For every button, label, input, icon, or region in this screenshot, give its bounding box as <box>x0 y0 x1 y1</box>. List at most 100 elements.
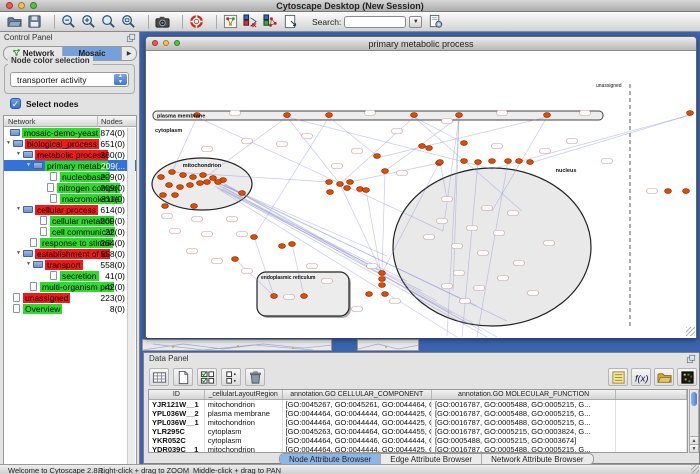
network-tool-icon-1[interactable] <box>240 13 260 31</box>
open-file-icon[interactable] <box>4 13 24 31</box>
tree-row[interactable]: cell communicat22(0) <box>4 226 136 237</box>
network-node[interactable] <box>426 146 433 151</box>
network-node[interactable] <box>379 283 386 288</box>
network-node[interactable] <box>180 173 187 178</box>
table-row[interactable]: YDR039C__1mitochondrion[GO:0044464, GO:0… <box>149 445 687 453</box>
network-node[interactable] <box>505 159 512 164</box>
tree-expander-icon[interactable]: ▼ <box>6 138 13 149</box>
search-input[interactable] <box>344 16 406 28</box>
zoom-out-icon[interactable] <box>58 13 78 31</box>
tab-edge-attribute-browser[interactable]: Edge Attribute Browser <box>381 454 482 464</box>
network-node[interactable] <box>158 175 165 180</box>
table-scrollbar[interactable]: ▲ ▼ <box>689 389 699 453</box>
network-node[interactable] <box>683 189 690 194</box>
network-node[interactable] <box>382 292 389 297</box>
network-tool-icon-2[interactable] <box>260 13 280 31</box>
tree-row[interactable]: unassigned223(0) <box>4 292 136 303</box>
snapshot-icon[interactable] <box>152 13 172 31</box>
network-node[interactable] <box>419 144 426 149</box>
tree-row[interactable]: ▼biological_process651(0) <box>4 138 136 149</box>
network-node[interactable] <box>166 183 173 188</box>
zoom-selected-icon[interactable] <box>98 13 118 31</box>
network-node[interactable] <box>374 154 381 159</box>
column-header[interactable]: _cellularLayoutRegion <box>205 390 283 399</box>
attribute-matrix-icon[interactable] <box>677 368 697 386</box>
network-node[interactable] <box>210 176 217 181</box>
network-node[interactable] <box>289 242 296 247</box>
network-node[interactable] <box>344 186 351 191</box>
network-node[interactable] <box>347 180 354 185</box>
import-attributes-icon[interactable] <box>654 368 674 386</box>
tree-row[interactable]: ▼primary metabo209(... <box>4 160 136 171</box>
network-node[interactable] <box>665 189 672 194</box>
tree-expander-icon[interactable]: ▼ <box>26 259 33 270</box>
network-node[interactable] <box>475 160 482 165</box>
network-node[interactable] <box>215 180 222 185</box>
vizmapper-icon[interactable] <box>220 13 240 31</box>
network-node[interactable] <box>411 113 418 118</box>
network-node[interactable] <box>363 188 370 193</box>
tree-scrollbar[interactable] <box>127 128 135 474</box>
tree-expander-icon[interactable]: ▼ <box>16 204 23 215</box>
network-node[interactable] <box>197 181 204 186</box>
tree-expander-icon[interactable]: ▼ <box>16 248 23 259</box>
tree-row[interactable]: nucleobase-209(0) <box>4 171 136 182</box>
save-icon[interactable] <box>24 13 44 31</box>
tree-row[interactable]: Overview8(0) <box>4 303 136 314</box>
search-config-icon[interactable] <box>425 13 445 31</box>
network-node[interactable] <box>172 193 179 198</box>
network-node[interactable] <box>366 292 373 297</box>
tree-row[interactable]: macromolecule311(0) <box>4 193 136 204</box>
network-node[interactable] <box>204 180 211 185</box>
network-node[interactable] <box>284 113 291 118</box>
delete-attribute-icon[interactable] <box>245 368 265 386</box>
table-row[interactable]: YLR295Ccytoplasm[GO:0045263, GO:0044464,… <box>149 427 687 436</box>
table-icon[interactable] <box>149 368 169 386</box>
network-node[interactable] <box>379 271 386 276</box>
network-node[interactable] <box>326 113 333 118</box>
network-node[interactable] <box>379 277 386 282</box>
tree-column-nodes[interactable]: Nodes <box>98 116 136 126</box>
network-node[interactable] <box>190 175 197 180</box>
network-node[interactable] <box>271 294 278 299</box>
new-attribute-icon[interactable] <box>173 368 193 386</box>
unselect-attributes-icon[interactable] <box>221 368 241 386</box>
search-dropdown-button[interactable]: ▼ <box>409 16 422 28</box>
zoom-fit-icon[interactable] <box>118 13 138 31</box>
float-data-panel-icon[interactable] <box>686 354 696 364</box>
network-node[interactable] <box>456 113 463 118</box>
network-node[interactable] <box>326 180 333 185</box>
network-node[interactable] <box>177 185 184 190</box>
help-icon[interactable] <box>186 13 206 31</box>
network-window-titlebar[interactable]: primary metabolic process <box>146 37 696 51</box>
tree-row[interactable]: ▼metabolic process280(0) <box>4 149 136 160</box>
network-node[interactable] <box>160 193 167 198</box>
network-node[interactable] <box>437 160 444 165</box>
network-node[interactable] <box>544 113 551 118</box>
network-node[interactable] <box>461 141 468 146</box>
tree-expander-icon[interactable]: ▼ <box>16 149 23 160</box>
tree-row[interactable]: multi-organism pro42(0) <box>4 281 136 292</box>
zoom-in-icon[interactable] <box>78 13 98 31</box>
float-panel-icon[interactable] <box>126 33 136 43</box>
tab-overflow-arrow[interactable]: ▶ <box>122 47 136 60</box>
network-node[interactable] <box>382 169 389 174</box>
scroll-up-button[interactable]: ▲ <box>690 436 698 444</box>
annotation-select-icon[interactable] <box>280 13 300 31</box>
table-row[interactable]: YPL036W__1mitochondrion[GO:0044464, GO:0… <box>149 418 687 427</box>
tree-expander-icon[interactable]: ▼ <box>26 160 33 171</box>
tree-row[interactable]: cellular metabol209(0) <box>4 215 136 226</box>
tree-row[interactable]: secretion41(0) <box>4 270 136 281</box>
network-node[interactable] <box>187 183 194 188</box>
function-builder-icon[interactable] <box>631 368 651 386</box>
network-node[interactable] <box>489 159 496 164</box>
tree-row[interactable]: ▼cellular process614(0) <box>4 204 136 215</box>
network-node[interactable] <box>251 235 258 240</box>
network-node[interactable] <box>279 244 286 249</box>
network-node[interactable] <box>162 204 169 209</box>
scroll-down-button[interactable]: ▼ <box>690 444 698 452</box>
tab-node-attribute-browser[interactable]: Node Attribute Browser <box>280 454 381 464</box>
column-header[interactable]: annotation.GO MOLECULAR_FUNCTION <box>432 390 616 399</box>
node-color-dropdown[interactable]: transporter activity ▲▼ <box>10 72 129 87</box>
network-node[interactable] <box>527 160 534 165</box>
